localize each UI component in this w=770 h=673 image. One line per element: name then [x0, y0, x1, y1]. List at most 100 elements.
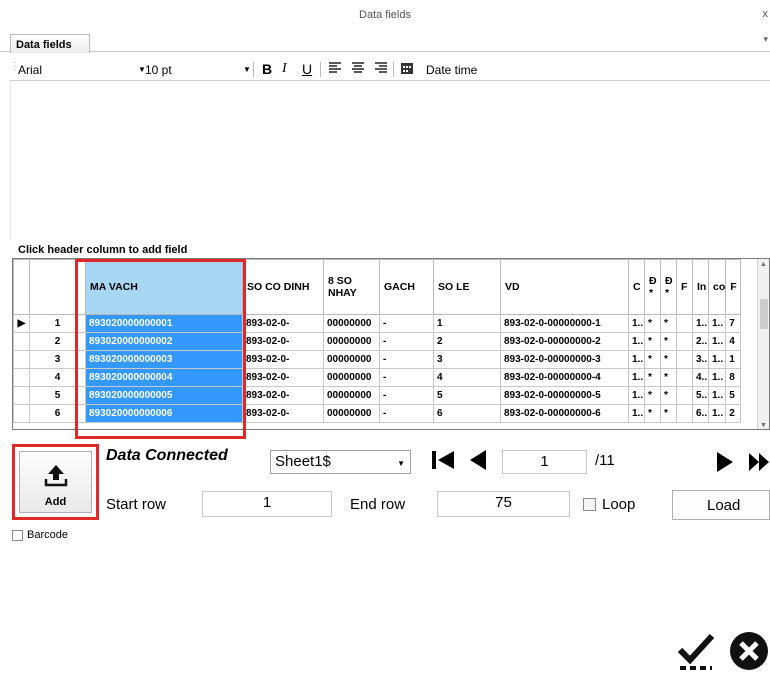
cell-d1[interactable]: *: [644, 314, 661, 333]
cell-gach[interactable]: -: [379, 404, 434, 423]
sheet-select[interactable]: Sheet1$ ▼: [270, 450, 411, 474]
cell-d2[interactable]: *: [660, 350, 677, 369]
cell-vd[interactable]: 893-02-0-00000000-3: [500, 350, 629, 369]
page-number-input[interactable]: 1: [502, 450, 587, 474]
cell-d2[interactable]: *: [660, 314, 677, 333]
align-left-icon[interactable]: [328, 61, 342, 78]
cell-so-le[interactable]: 5: [433, 386, 501, 405]
cell-d2[interactable]: *: [660, 332, 677, 351]
table-row[interactable]: ▶ 1 893020000000001 893-02-0- 00000000-1 893-…: [13, 314, 742, 333]
table-row[interactable]: 3 893020000000003 893-02-0- 00000000-3 893-0…: [13, 350, 742, 369]
row-selector[interactable]: [13, 332, 30, 351]
column-header-c[interactable]: C: [628, 259, 645, 315]
cell-f[interactable]: [676, 332, 693, 351]
cell-f[interactable]: [676, 350, 693, 369]
cell-in[interactable]: 2..: [692, 332, 709, 351]
loop-checkbox[interactable]: [583, 498, 596, 511]
column-header-8-so-nhay[interactable]: 8 SO NHAY: [323, 259, 380, 315]
cell-so-co-dinh[interactable]: 893-02-0-: [242, 386, 324, 405]
cell-f2[interactable]: 1: [725, 350, 742, 369]
cell-f2[interactable]: 4: [725, 332, 742, 351]
cell-co[interactable]: 1..: [707, 386, 727, 405]
cell-c[interactable]: 1..: [628, 368, 645, 387]
cell-so-co-dinh[interactable]: 893-02-0-: [242, 350, 324, 369]
cell-gach[interactable]: -: [379, 314, 434, 333]
column-header-ma-vach[interactable]: MA VACH: [85, 259, 243, 315]
underline-button[interactable]: U: [302, 61, 312, 77]
cell-f2[interactable]: 8: [725, 368, 742, 387]
cell-gach[interactable]: -: [379, 332, 434, 351]
row-selector[interactable]: [13, 368, 30, 387]
cell-d2[interactable]: *: [660, 368, 677, 387]
column-header-in[interactable]: In: [692, 259, 709, 315]
cell-in[interactable]: 6..: [692, 404, 709, 423]
cell-in[interactable]: 4..: [692, 368, 709, 387]
cell-so-le[interactable]: 4: [433, 368, 501, 387]
table-row[interactable]: 6 893020000000006 893-02-0- 00000000-6 893-0…: [13, 404, 742, 423]
cell-f2[interactable]: 7: [725, 314, 742, 333]
cell-gach[interactable]: -: [379, 350, 434, 369]
row-selector[interactable]: [13, 386, 30, 405]
cell-gach[interactable]: -: [379, 386, 434, 405]
table-row[interactable]: 4 893020000000004 893-02-0- 00000000-4 893-0…: [13, 368, 742, 387]
cell-nhay[interactable]: 00000000: [323, 350, 380, 369]
cell-nhay[interactable]: 00000000: [323, 314, 380, 333]
cell-so-le[interactable]: 2: [433, 332, 501, 351]
cell-ma-vach[interactable]: 893020000000006: [85, 404, 243, 423]
cell-in[interactable]: 5..: [692, 386, 709, 405]
column-header-d1[interactable]: Đ *: [644, 259, 661, 315]
align-right-icon[interactable]: [374, 61, 388, 78]
cell-so-le[interactable]: 1: [433, 314, 501, 333]
cell-so-co-dinh[interactable]: 893-02-0-: [242, 404, 324, 423]
last-page-icon[interactable]: [748, 451, 770, 479]
row-selector[interactable]: [13, 350, 30, 369]
table-row[interactable]: 2 893020000000002 893-02-0- 00000000-2 893-0…: [13, 332, 742, 351]
cell-c[interactable]: 1..: [628, 350, 645, 369]
table-row[interactable]: 5 893020000000005 893-02-0- 00000000-5 893-0…: [13, 386, 742, 405]
cell-f[interactable]: [676, 368, 693, 387]
cell-so-le[interactable]: 3: [433, 350, 501, 369]
cell-f[interactable]: [676, 386, 693, 405]
start-row-input[interactable]: 1: [202, 491, 332, 517]
cell-vd[interactable]: 893-02-0-00000000-4: [500, 368, 629, 387]
barcode-checkbox[interactable]: [12, 530, 23, 541]
first-page-icon[interactable]: [430, 449, 456, 477]
column-header-co[interactable]: co: [707, 259, 727, 315]
cell-vd[interactable]: 893-02-0-00000000-1: [500, 314, 629, 333]
cell-co[interactable]: 1..: [707, 368, 727, 387]
cell-f[interactable]: [676, 404, 693, 423]
close-icon[interactable]: x: [763, 8, 769, 20]
italic-button[interactable]: I: [282, 61, 287, 77]
cell-d1[interactable]: *: [644, 404, 661, 423]
cell-so-co-dinh[interactable]: 893-02-0-: [242, 314, 324, 333]
previous-page-icon[interactable]: [468, 449, 488, 477]
size-dropdown-arrow-icon[interactable]: ▼: [243, 65, 251, 74]
cell-nhay[interactable]: 00000000: [323, 386, 380, 405]
cell-d1[interactable]: *: [644, 368, 661, 387]
cell-nhay[interactable]: 00000000: [323, 404, 380, 423]
scrollbar-thumb[interactable]: [760, 299, 768, 329]
data-grid[interactable]: MA VACH SO CO DINH 8 SO NHAY GACH SO LE …: [12, 258, 770, 430]
font-size-select[interactable]: 10 pt: [145, 63, 172, 77]
cell-nhay[interactable]: 00000000: [323, 368, 380, 387]
cell-f2[interactable]: 5: [725, 386, 742, 405]
next-page-icon[interactable]: [715, 451, 735, 479]
cell-d1[interactable]: *: [644, 350, 661, 369]
cell-c[interactable]: 1..: [628, 332, 645, 351]
cancel-icon[interactable]: [728, 630, 770, 673]
cell-in[interactable]: 1..: [692, 314, 709, 333]
cell-d1[interactable]: *: [644, 386, 661, 405]
grid-vertical-scrollbar[interactable]: ▲ ▼: [757, 259, 769, 429]
calendar-icon[interactable]: [400, 61, 414, 78]
load-button[interactable]: Load: [672, 490, 770, 520]
cell-gach[interactable]: -: [379, 368, 434, 387]
column-header-so-le[interactable]: SO LE: [433, 259, 501, 315]
font-select[interactable]: Arial: [18, 63, 42, 77]
cell-so-co-dinh[interactable]: 893-02-0-: [242, 368, 324, 387]
cell-c[interactable]: 1..: [628, 314, 645, 333]
cell-f[interactable]: [676, 314, 693, 333]
cell-in[interactable]: 3..: [692, 350, 709, 369]
text-editor[interactable]: [10, 82, 770, 240]
cell-vd[interactable]: 893-02-0-00000000-2: [500, 332, 629, 351]
column-header-so-co-dinh[interactable]: SO CO DINH: [242, 259, 324, 315]
